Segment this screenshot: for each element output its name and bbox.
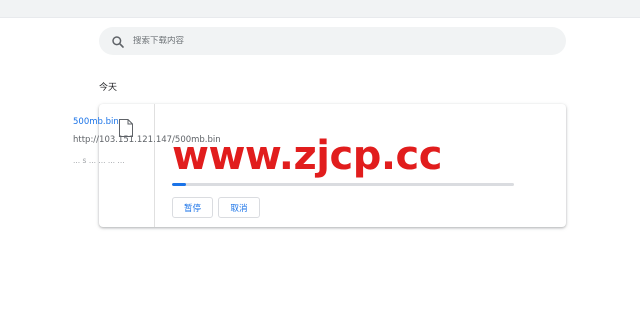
download-progress-status: ... s ... ... ... ...	[73, 156, 125, 165]
download-progress-fill	[172, 183, 186, 186]
search-bar[interactable]	[99, 27, 566, 55]
search-icon	[111, 34, 125, 48]
section-label-today: 今天	[99, 83, 118, 93]
watermark-text: www.zjcp.cc	[172, 133, 442, 179]
search-input[interactable]	[133, 36, 533, 46]
download-file-name-link[interactable]: 500mb.bin	[73, 117, 119, 127]
pause-button[interactable]: 暂停	[172, 197, 213, 218]
cancel-button[interactable]: 取消	[218, 197, 260, 218]
download-progress-bar	[172, 183, 514, 186]
browser-top-strip	[0, 0, 640, 18]
